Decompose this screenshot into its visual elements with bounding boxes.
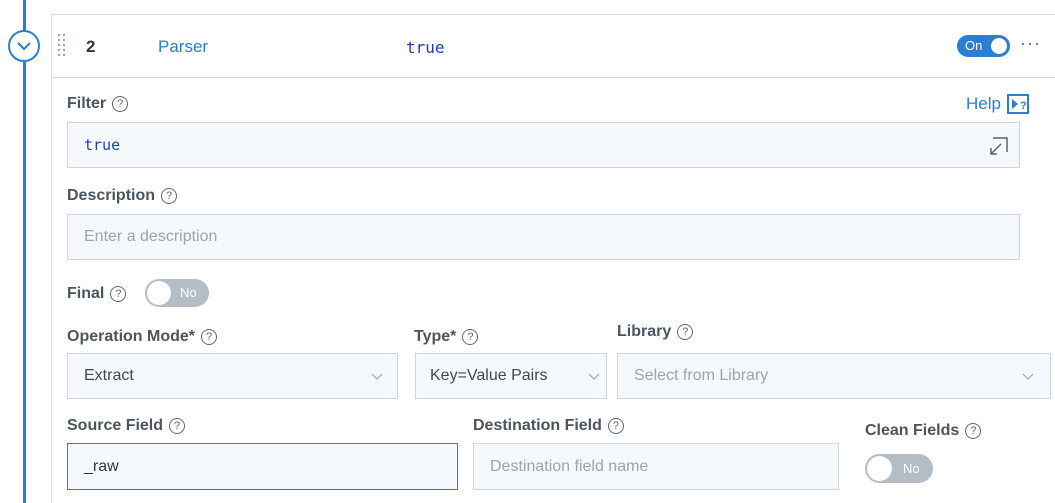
chevron-down-icon (588, 373, 600, 380)
chevron-down-icon (371, 373, 383, 380)
pipeline-rail (23, 0, 26, 503)
help-circle-icon[interactable]: ? (161, 188, 178, 204)
help-circle-icon[interactable]: ? (112, 96, 129, 112)
clean-fields-label: Clean Fields ? (865, 422, 982, 440)
help-circle-icon[interactable]: ? (607, 418, 624, 434)
description-input[interactable]: Enter a description (67, 214, 1020, 260)
toggle-knob (147, 281, 171, 305)
help-circle-icon[interactable]: ? (462, 329, 479, 345)
destination-field-label-text: Destination Field (473, 417, 602, 434)
final-toggle[interactable]: No (145, 279, 209, 307)
destination-field-label: Destination Field ? (473, 417, 624, 435)
chevron-down-icon (1022, 373, 1034, 380)
toggle-label: On (965, 38, 983, 53)
destination-field-input[interactable]: Destination field name (473, 443, 839, 490)
filter-label: Filter ? (67, 95, 129, 113)
operation-mode-select[interactable]: Extract (67, 353, 398, 399)
toggle-knob (867, 456, 892, 481)
source-field-value: _raw (84, 457, 119, 475)
operation-mode-value: Extract (84, 367, 134, 384)
svg-text:?: ? (1020, 100, 1027, 111)
function-header[interactable]: 2 Parser true On ··· (52, 15, 1055, 78)
function-number: 2 (86, 37, 96, 56)
help-circle-icon[interactable]: ? (965, 423, 982, 439)
description-label-text: Description (67, 187, 156, 204)
description-placeholder: Enter a description (84, 228, 218, 245)
help-link[interactable]: Help ? (966, 94, 1029, 114)
toggle-label: No (180, 285, 197, 300)
final-label-text: Final (67, 285, 105, 302)
clean-fields-label-text: Clean Fields (865, 422, 960, 439)
function-name-link[interactable]: Parser (158, 37, 208, 57)
collapse-toggle-button[interactable] (8, 30, 40, 62)
function-panel: 2 Parser true On ··· Filter ? Help ? tru… (51, 14, 1055, 503)
toggle-label: No (903, 461, 920, 476)
expand-icon[interactable] (989, 136, 1009, 156)
filter-value: true (84, 136, 121, 154)
filter-label-text: Filter (67, 95, 107, 112)
help-circle-icon[interactable]: ? (110, 286, 127, 302)
toggle-knob (991, 38, 1007, 54)
function-enabled-toggle[interactable]: On (957, 35, 1010, 57)
help-label: Help (966, 94, 1001, 113)
library-placeholder: Select from Library (634, 367, 769, 384)
help-panel-icon: ? (1006, 94, 1029, 114)
description-label: Description ? (67, 187, 178, 205)
more-options-button[interactable]: ··· (1020, 33, 1041, 54)
source-field-label-text: Source Field (67, 417, 164, 434)
type-label-text: Type* (414, 328, 457, 345)
source-field-input[interactable]: _raw (67, 443, 458, 490)
chevron-down-icon (17, 42, 31, 51)
type-label: Type* ? (414, 328, 479, 346)
drag-handle-icon[interactable] (58, 34, 68, 56)
source-field-label: Source Field ? (67, 417, 186, 435)
library-label-text: Library (617, 323, 672, 340)
filter-expression-input[interactable]: true (67, 122, 1020, 168)
clean-fields-toggle[interactable]: No (865, 454, 933, 483)
destination-field-placeholder: Destination field name (490, 457, 649, 475)
library-select[interactable]: Select from Library (617, 353, 1051, 399)
library-label: Library ? (617, 323, 694, 341)
operation-mode-label: Operation Mode* ? (67, 328, 218, 346)
help-circle-icon[interactable]: ? (169, 418, 186, 434)
final-label: Final ? (67, 285, 127, 303)
type-select[interactable]: Key=Value Pairs (415, 353, 607, 399)
function-filter-preview: true (406, 38, 445, 57)
help-circle-icon[interactable]: ? (677, 324, 694, 340)
operation-mode-label-text: Operation Mode* (67, 328, 196, 345)
type-value: Key=Value Pairs (430, 367, 548, 384)
help-circle-icon[interactable]: ? (201, 329, 218, 345)
